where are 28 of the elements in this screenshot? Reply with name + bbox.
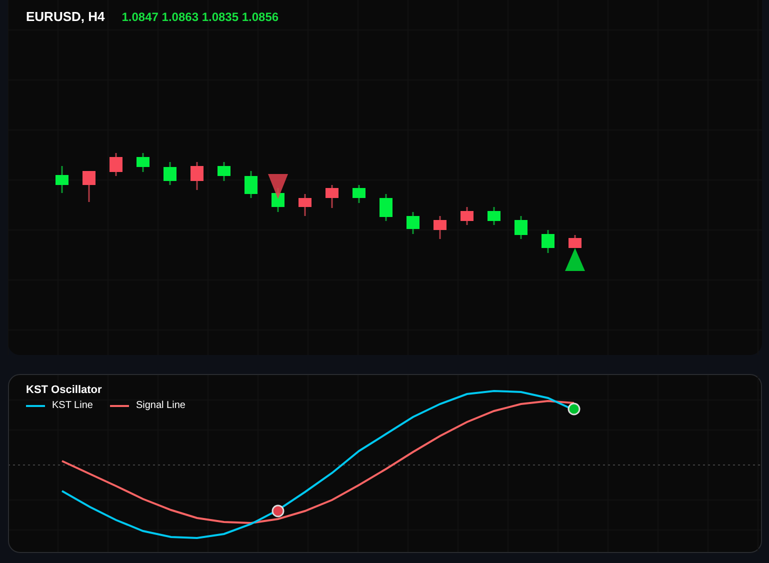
candlestick <box>488 207 500 225</box>
buy-arrow-icon <box>565 248 585 271</box>
symbol-title: EURUSD, H4 <box>26 9 105 24</box>
candlestick <box>298 194 312 216</box>
candlestick <box>434 216 446 239</box>
candlestick <box>352 185 366 203</box>
candlestick <box>136 153 150 172</box>
sell-arrow-icon <box>268 174 288 199</box>
candlestick <box>568 235 582 248</box>
candlestick <box>460 207 474 225</box>
candlestick <box>244 171 258 198</box>
sell-crossover-dot <box>272 504 284 518</box>
candlestick <box>82 171 96 202</box>
candlestick <box>110 153 122 176</box>
legend-label: KST Line <box>52 400 93 411</box>
candlestick <box>406 212 420 234</box>
candlestick <box>56 166 68 193</box>
candlestick <box>164 162 176 185</box>
buy-crossover-dot <box>568 402 580 416</box>
candlestick <box>190 162 204 190</box>
candlestick <box>380 194 392 221</box>
candlestick <box>514 216 528 239</box>
candlestick <box>542 230 554 253</box>
candlestick <box>218 162 230 181</box>
oscillator-title: KST Oscillator <box>26 384 103 396</box>
candlestick <box>326 185 338 208</box>
legend-label: Signal Line <box>136 400 186 411</box>
ohlc-values: 1.0847 1.0863 1.0835 1.0856 <box>122 10 279 24</box>
